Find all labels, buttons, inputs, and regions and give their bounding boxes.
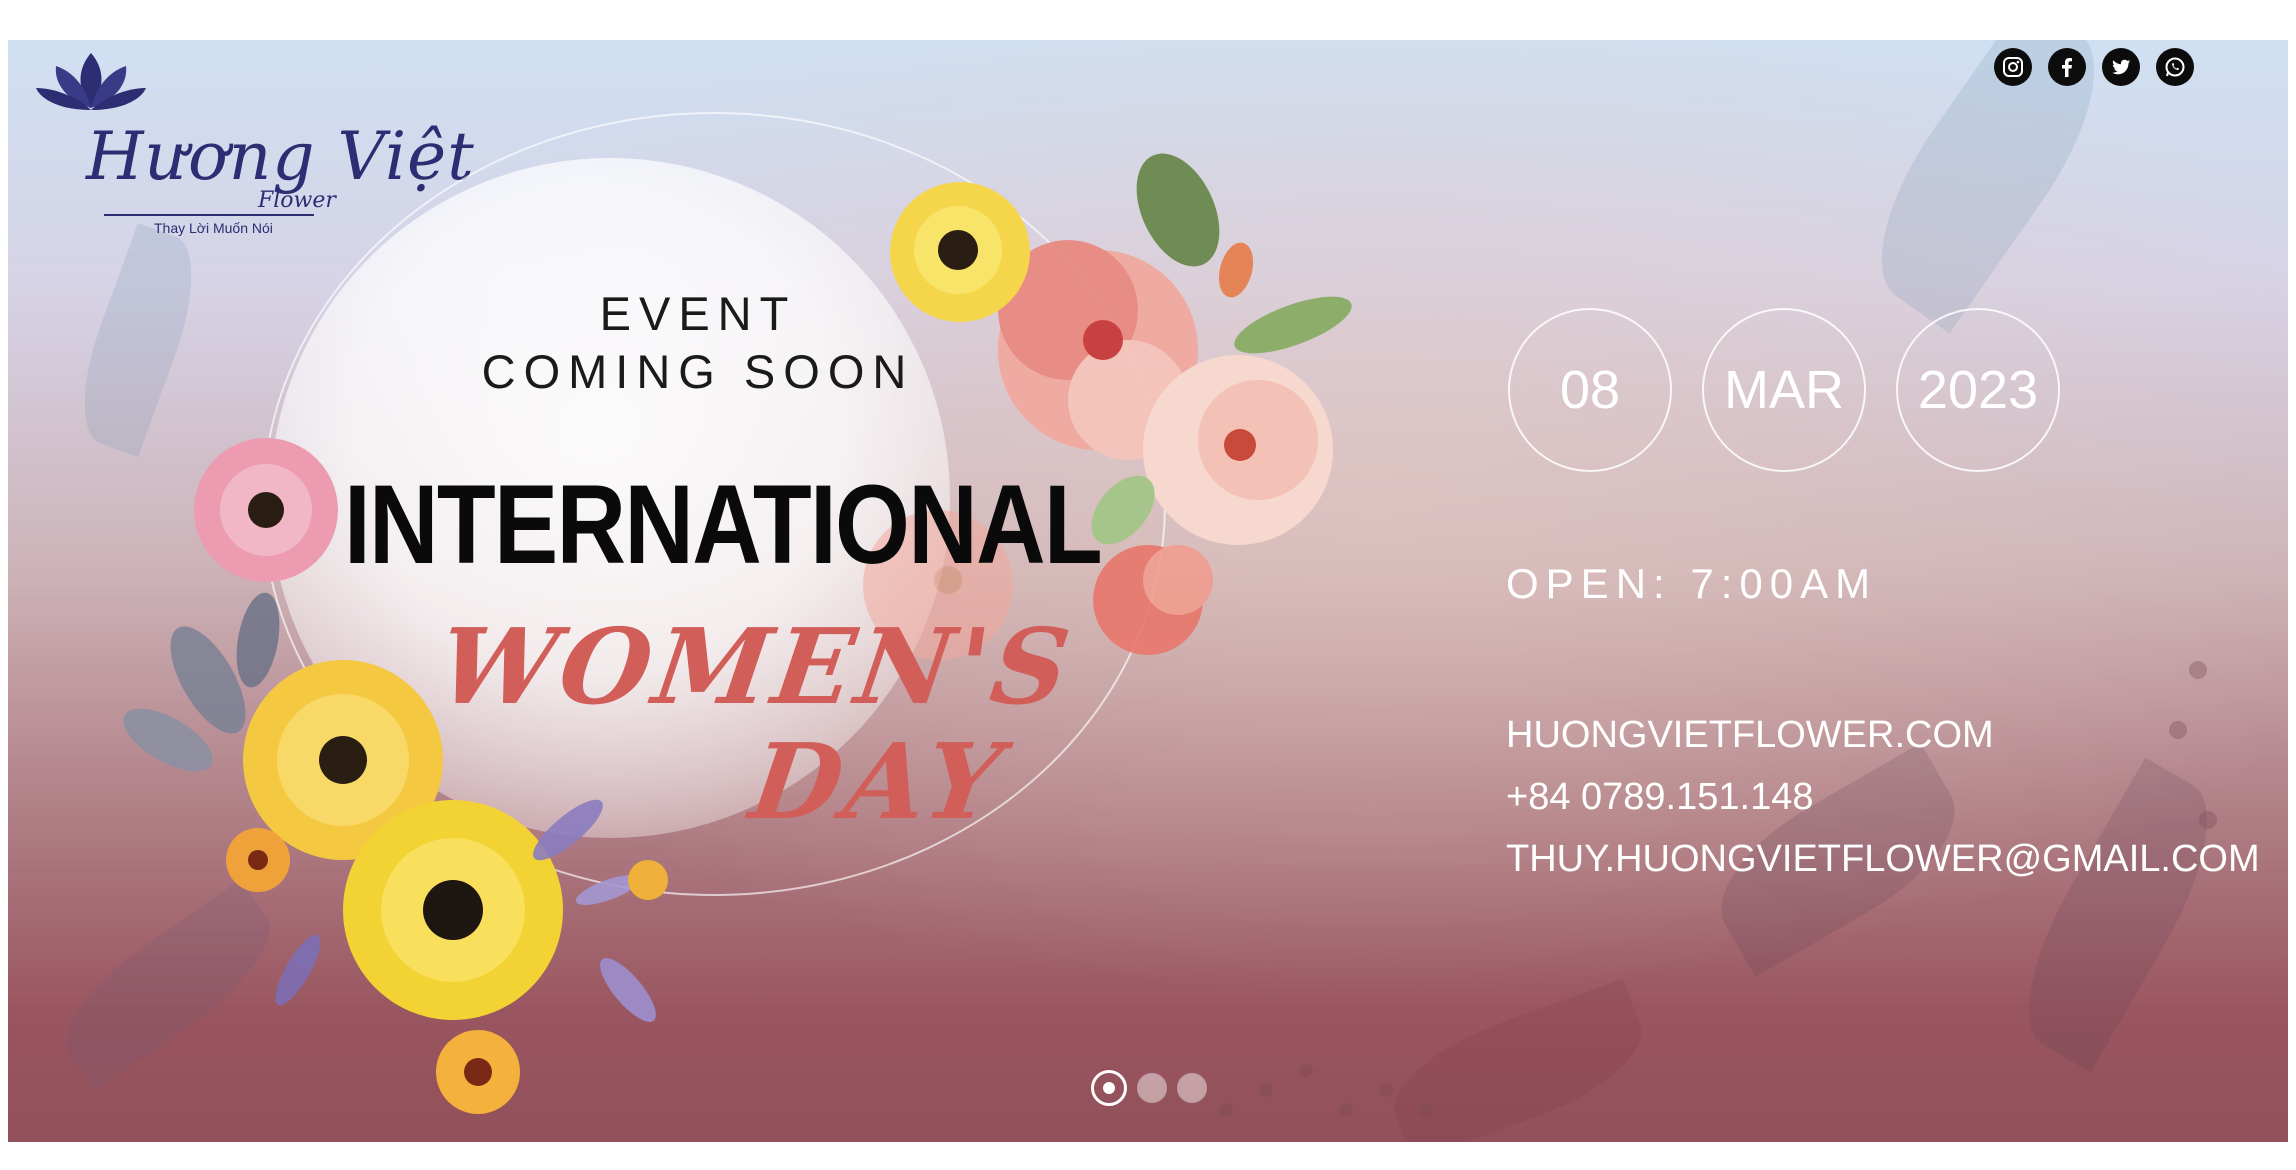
hibiscus-bud (1218, 242, 1254, 298)
date-month: MAR (1702, 308, 1866, 472)
floral-decoration (123, 153, 2217, 1117)
carousel-dot-2[interactable] (1137, 1073, 1167, 1103)
carousel-pagination (1091, 1070, 1207, 1106)
carousel-dot-3[interactable] (1177, 1073, 1207, 1103)
event-line-1: EVENT (599, 287, 797, 340)
carousel-dot-1[interactable] (1091, 1070, 1127, 1106)
event-day: DAY (743, 720, 1013, 843)
pink-flower (194, 438, 338, 582)
hibiscus-flower-3 (1093, 545, 1213, 655)
event-subtitle: EVENT COMING SOON (448, 285, 948, 401)
hero-banner: Hương Việt Flower Thay Lời Muốn Nói EVEN… (8, 40, 2288, 1142)
event-headline: INTERNATIONAL (344, 462, 1103, 587)
event-line-2: COMING SOON (481, 345, 915, 398)
yellow-flower-large-2 (343, 800, 563, 1020)
contact-phone[interactable]: +84 0789.151.148 (1506, 766, 2260, 828)
contact-email[interactable]: THUY.HUONGVIETFLOWER@GMAIL.COM (1506, 828, 2260, 890)
date-year: 2023 (1896, 308, 2060, 472)
opening-time: OPEN: 7:00AM (1506, 560, 1878, 607)
contact-info: HUONGVIETFLOWER.COM +84 0789.151.148 THU… (1506, 704, 2260, 890)
event-womens: WOMEN'S (431, 605, 1081, 728)
active-dot-center (1103, 1082, 1115, 1094)
contact-website[interactable]: HUONGVIETFLOWER.COM (1506, 704, 2260, 766)
event-date: 08 MAR 2023 (1508, 308, 2060, 472)
hibiscus-flower-2 (1143, 355, 1333, 545)
date-day: 08 (1508, 308, 1672, 472)
